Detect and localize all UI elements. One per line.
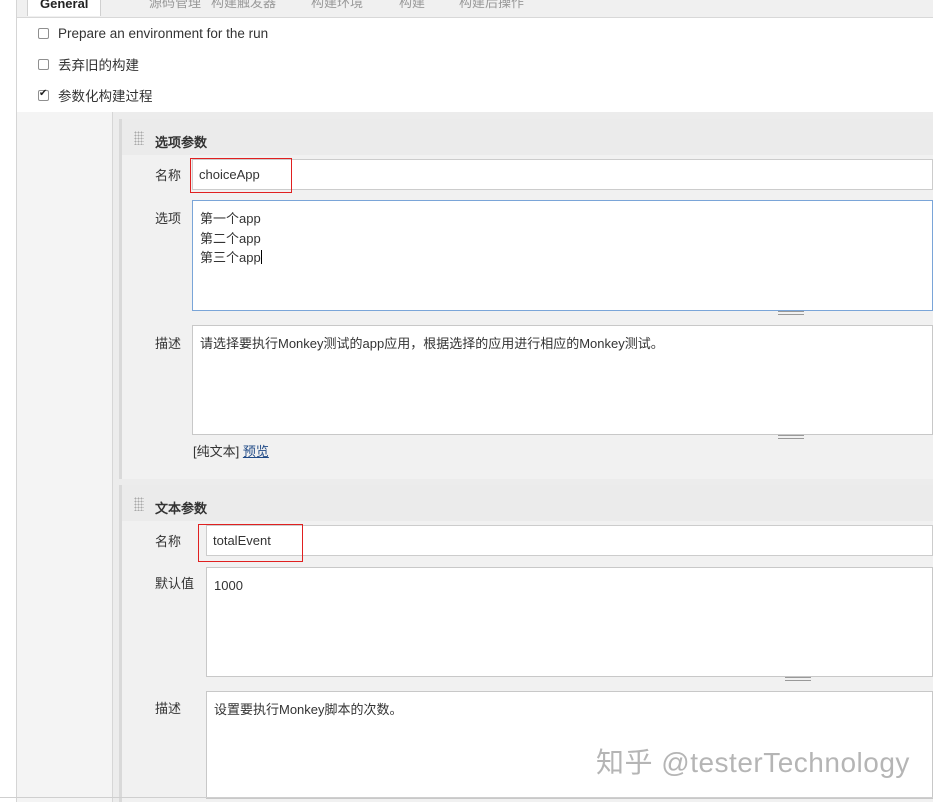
default-value-textarea[interactable]: 1000 [206, 567, 933, 677]
choices-label: 选项 [155, 211, 182, 226]
choice-item: 第一个app [200, 211, 261, 226]
choice-description-label: 描述 [155, 336, 182, 351]
tab-build-triggers[interactable]: 构建触发器 [211, 0, 276, 11]
text-caret [260, 250, 262, 264]
resize-grip-icon[interactable] [778, 311, 804, 315]
choice-item-text: 第三个app [200, 250, 261, 265]
plain-text-label: [纯文本] [193, 444, 240, 459]
tab-build-environment[interactable]: 构建环境 [311, 0, 363, 11]
choice-parameter-header: 选项参数 [122, 119, 933, 155]
choice-name-input[interactable]: choiceApp [192, 159, 933, 190]
tab-source-management[interactable]: 源码管理 [149, 0, 201, 11]
name-highlight-box [190, 158, 292, 193]
tab-post-build-actions[interactable]: 构建后操作 [459, 0, 524, 11]
drag-handle-icon[interactable] [134, 497, 144, 511]
choice-item: 第三个app [200, 248, 925, 268]
drag-handle-icon[interactable] [134, 131, 144, 145]
discard-old-builds-checkbox[interactable] [38, 58, 49, 70]
left-gutter [0, 0, 16, 802]
choice-item: 第二个app [200, 230, 261, 246]
config-tabs: General 源码管理 构建触发器 构建环境 构建 构建后操作 [17, 0, 933, 18]
string-name-label: 名称 [155, 534, 182, 549]
choice-name-label: 名称 [155, 168, 182, 183]
resize-grip-icon[interactable] [785, 677, 811, 681]
bottom-divider [0, 797, 933, 798]
resize-grip-icon[interactable] [778, 435, 804, 439]
choice-parameter-title: 选项参数 [155, 135, 208, 150]
prepare-environment-label: Prepare an environment for the run [58, 25, 269, 41]
option-prepare-environment[interactable]: Prepare an environment for the run [38, 24, 268, 42]
name-highlight-box [198, 524, 303, 562]
tab-general[interactable]: General [27, 0, 102, 16]
discard-old-builds-label: 丢弃旧的构建 [58, 58, 139, 73]
format-hint: [纯文本] 预览 [193, 441, 269, 460]
option-discard-old-builds[interactable]: 丢弃旧的构建 [38, 55, 139, 73]
tab-build[interactable]: 构建 [399, 0, 425, 11]
string-parameter-title: 文本参数 [155, 501, 208, 516]
default-value-label: 默认值 [155, 576, 195, 591]
parameterized-build-label: 参数化构建过程 [58, 89, 153, 104]
string-description-label: 描述 [155, 701, 182, 716]
string-name-input[interactable]: totalEvent [206, 525, 933, 556]
choice-description-textarea[interactable]: 请选择要执行Monkey测试的app应用，根据选择的应用进行相应的Monkey测… [192, 325, 933, 435]
option-parameterized-build[interactable]: 参数化构建过程 [38, 86, 153, 104]
zhihu-watermark: 知乎 @testerTechnology [596, 747, 910, 778]
parameterized-build-checkbox[interactable] [38, 88, 49, 101]
string-parameter-header: 文本参数 [122, 485, 933, 521]
choices-textarea[interactable]: 第一个app 第二个app 第三个app [192, 200, 933, 311]
preview-link[interactable]: 预览 [243, 444, 269, 459]
prepare-environment-checkbox[interactable] [38, 27, 49, 39]
